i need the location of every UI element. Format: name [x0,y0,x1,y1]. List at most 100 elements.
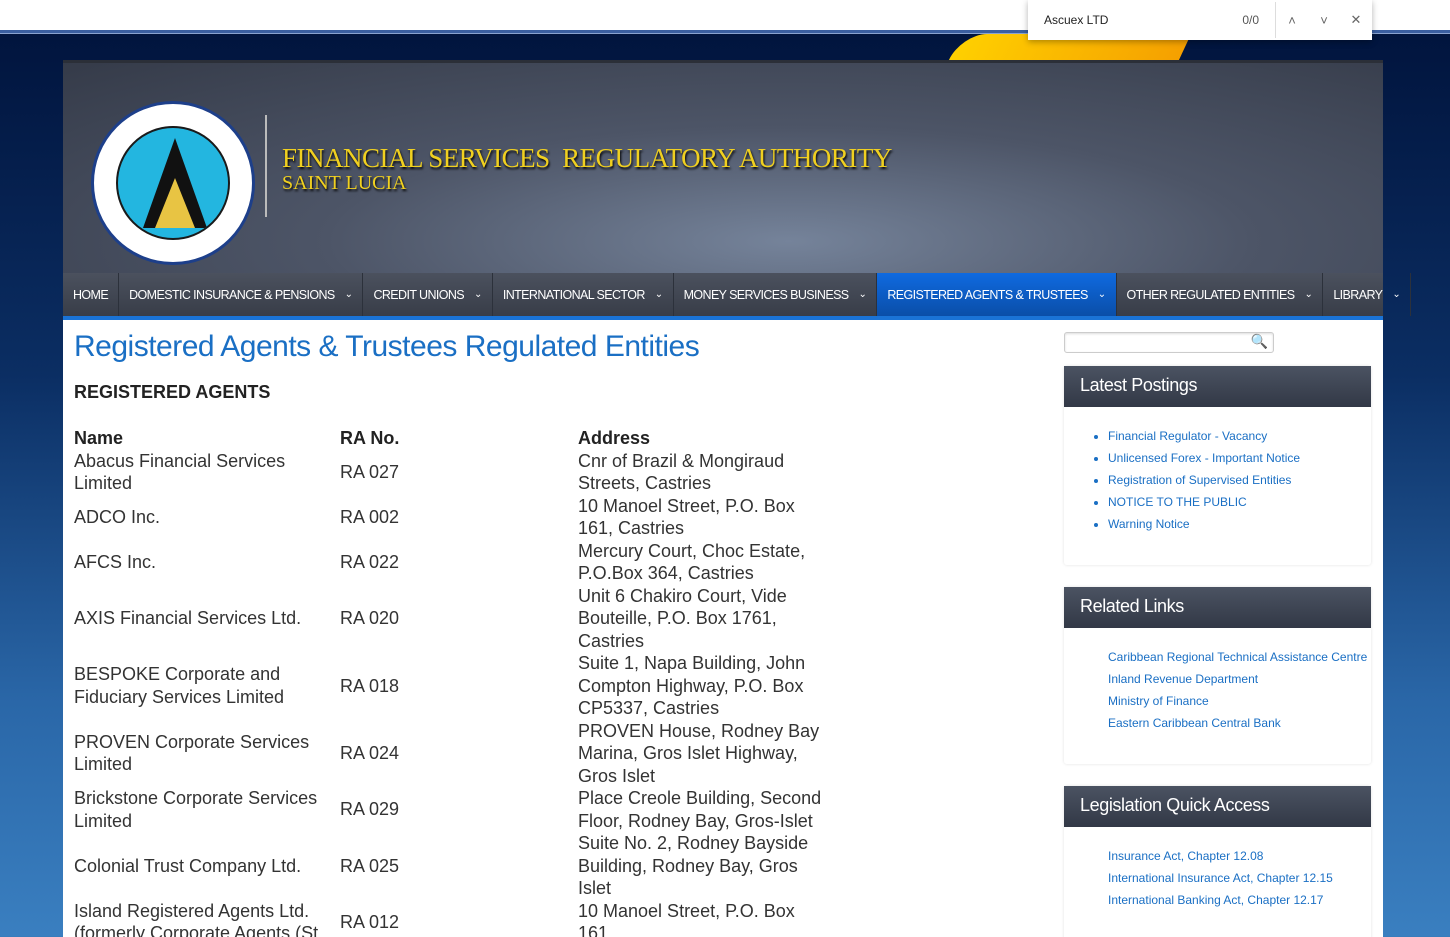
nav-item[interactable]: INTERNATIONAL SECTOR ⌄ [493,273,674,316]
chevron-up-icon[interactable]: ˄ [1276,13,1308,28]
chevron-down-icon: ⌄ [858,289,867,300]
latest-postings-panel: Latest Postings Financial Regulator - Va… [1064,366,1371,565]
nav-item-label: MONEY SERVICES BUSINESS [683,287,850,302]
nav-item[interactable]: MONEY SERVICES BUSINESS ⌄ [674,273,878,316]
sidebar-link[interactable]: NOTICE TO THE PUBLIC [1108,491,1371,513]
divider [265,115,267,217]
sidebar-link[interactable]: Eastern Caribbean Central Bank [1108,712,1371,734]
column-header: RA No. [340,428,400,448]
sidebar: 🔍 Latest Postings Financial Regulator - … [1064,332,1371,937]
agent-address: Mercury Court, Choc Estate, P.O.Box 364,… [578,540,806,584]
agent-address: Unit 6 Chakiro Court, Vide Bouteille, P.… [578,585,787,651]
agent-address: Cnr of Brazil & Mongiraud Streets, Castr… [578,450,785,494]
ra-number: RA 012 [340,911,400,932]
agents-table: Name RA No. Address Abacus Financial Ser… [74,427,833,937]
table-row: AXIS Financial Services Ltd. RA 020 Unit 6… [74,585,833,653]
agent-name: AXIS Financial Services Ltd. [74,608,302,628]
ra-number: RA 018 [340,675,400,696]
nav-item-label: DOMESTIC INSURANCE & PENSIONS [129,287,335,302]
sidebar-link[interactable]: Unlicensed Forex - Important Notice [1108,447,1371,469]
agent-name: Brickstone Corporate Services Limited [74,788,318,831]
ra-number: RA 027 [340,461,400,482]
nav-item-label: REGISTERED AGENTS & TRUSTEES [887,287,1088,302]
close-icon[interactable]: ✕ [1340,12,1372,28]
nav-item[interactable]: DOMESTIC INSURANCE & PENSIONS ⌄ [119,273,364,316]
agent-address: Suite No. 2, Rodney Bayside Building, Ro… [578,833,809,898]
site-subtitle: SAINT LUCIA [282,172,407,194]
table-row: Colonial Trust Company Ltd. RA 025 Suite N… [74,832,833,900]
search-icon[interactable]: 🔍 [1251,333,1268,350]
page-title: Registered Agents & Trustees Regulated E… [74,330,700,363]
nav-item-label: CREDIT UNIONS [373,287,465,302]
ra-number: RA 022 [340,551,400,572]
site-header: FINANCIAL SERVICES REGULATORY AUTHORITY … [63,60,1383,273]
sidebar-link[interactable]: Caribbean Regional Technical Assistance … [1108,646,1371,668]
nav-item-label: HOME [73,287,109,302]
table-row: Abacus Financial Services Limited RA 027 C… [74,450,833,495]
nav-item-label: OTHER REGULATED ENTITIES [1126,287,1296,302]
chevron-down-icon: ⌄ [654,289,663,300]
chevron-down-icon: ⌄ [1097,289,1106,300]
find-count: 0/0 [1242,13,1259,27]
fsra-logo[interactable] [91,101,255,265]
column-header: Address [578,428,651,448]
column-header: Name [74,428,124,448]
agent-address: PROVEN House, Rodney Bay Marina, Gros Is… [578,720,820,786]
table-row: AFCS Inc. RA 022 Mercury Court, Choc Estat… [74,540,833,585]
find-bar: Ascuex LTD 0/0 ˄ ˅ ✕ [1028,0,1372,40]
table-header: Name RA No. Address [74,427,833,450]
logo-triangle-gold [155,178,195,228]
sidebar-link[interactable]: Warning Notice [1108,513,1371,535]
legislation-panel: Legislation Quick Access Insurance Act, … [1064,786,1371,937]
table-row: ADCO Inc. RA 002 10 Manoel Street, P.O. Bo… [74,495,833,540]
agent-address: 10 Manoel Street, P.O. Box 161, [578,900,795,937]
sidebar-link[interactable]: International Insurance Act, Chapter 12.… [1108,867,1371,889]
site-title: FINANCIAL SERVICES REGULATORY AUTHORITY [282,143,892,173]
sidebar-link[interactable]: Ministry of Finance [1108,690,1371,712]
agent-address: Place Creole Building, Second Floor, Rod… [578,788,822,831]
nav-item-label: LIBRARY [1333,287,1383,302]
main-content: Registered Agents & Trustees Regulated E… [74,330,874,937]
nav-item[interactable]: LIBRARY ⌄ [1323,273,1412,316]
agent-name: Island Registered Agents Ltd. (formerly … [74,900,319,937]
panel-title: Latest Postings [1064,366,1371,407]
page-container: FINANCIAL SERVICES REGULATORY AUTHORITY … [63,60,1412,937]
agent-address: Suite 1, Napa Building, John Compton Hig… [578,653,806,718]
nav-item[interactable]: REGISTERED AGENTS & TRUSTEES ⌄ [877,273,1117,316]
chevron-down-icon: ⌄ [1304,289,1313,300]
chevron-down-icon: ⌄ [344,289,353,300]
table-row: Island Registered Agents Ltd. (formerly … [74,900,833,937]
nav-item[interactable]: CREDIT UNIONS ⌄ [363,273,493,316]
agent-address: 10 Manoel Street, P.O. Box 161, Castries [578,495,795,539]
agent-name: Colonial Trust Company Ltd. [74,855,302,876]
chevron-down-icon: ⌄ [474,289,482,300]
agent-name: Abacus Financial Services Limited [74,450,286,494]
sidebar-link[interactable]: Insurance Act, Chapter 12.08 [1108,845,1371,867]
nav-item-label: INTERNATIONAL SECTOR [502,287,646,302]
agent-name: AFCS Inc. [74,551,157,572]
agent-name: PROVEN Corporate Services Limited [74,731,310,775]
table-row: PROVEN Corporate Services Limited RA 024 P… [74,720,833,788]
globe-icon [116,126,230,240]
sidebar-link[interactable]: International Banking Act, Chapter 12.17 [1108,889,1371,911]
chevron-down-icon: ⌄ [1392,289,1401,300]
section-heading: REGISTERED AGENTS [74,382,271,402]
sidebar-link[interactable]: Inland Revenue Department [1108,668,1371,690]
chevron-down-icon[interactable]: ˅ [1308,13,1340,28]
nav-item[interactable]: OTHER REGULATED ENTITIES ⌄ [1117,273,1324,316]
table-row: Brickstone Corporate Services Limited RA … [74,787,833,832]
panel-title: Legislation Quick Access [1064,786,1371,827]
agent-name: BESPOKE Corporate and Fiduciary Services… [74,664,285,707]
ra-number: RA 029 [340,799,400,820]
related-links-panel: Related Links Caribbean Regional Technic… [1064,587,1371,764]
nav-item[interactable]: HOME [63,273,120,316]
ra-number: RA 020 [340,608,400,628]
sidebar-link[interactable]: Financial Regulator - Vacancy [1108,425,1371,447]
ra-number: RA 024 [340,743,400,763]
ra-number: RA 002 [340,506,400,527]
sidebar-link[interactable]: Registration of Supervised Entities [1108,469,1371,491]
table-row: BESPOKE Corporate and Fiduciary Services… [74,652,833,720]
search-input[interactable]: 🔍 [1064,332,1274,353]
main-nav: HOME DOMESTIC INSURANCE & PENSIONS ⌄ CREDIT… [63,273,1412,320]
find-input[interactable]: Ascuex LTD [1028,13,1242,27]
